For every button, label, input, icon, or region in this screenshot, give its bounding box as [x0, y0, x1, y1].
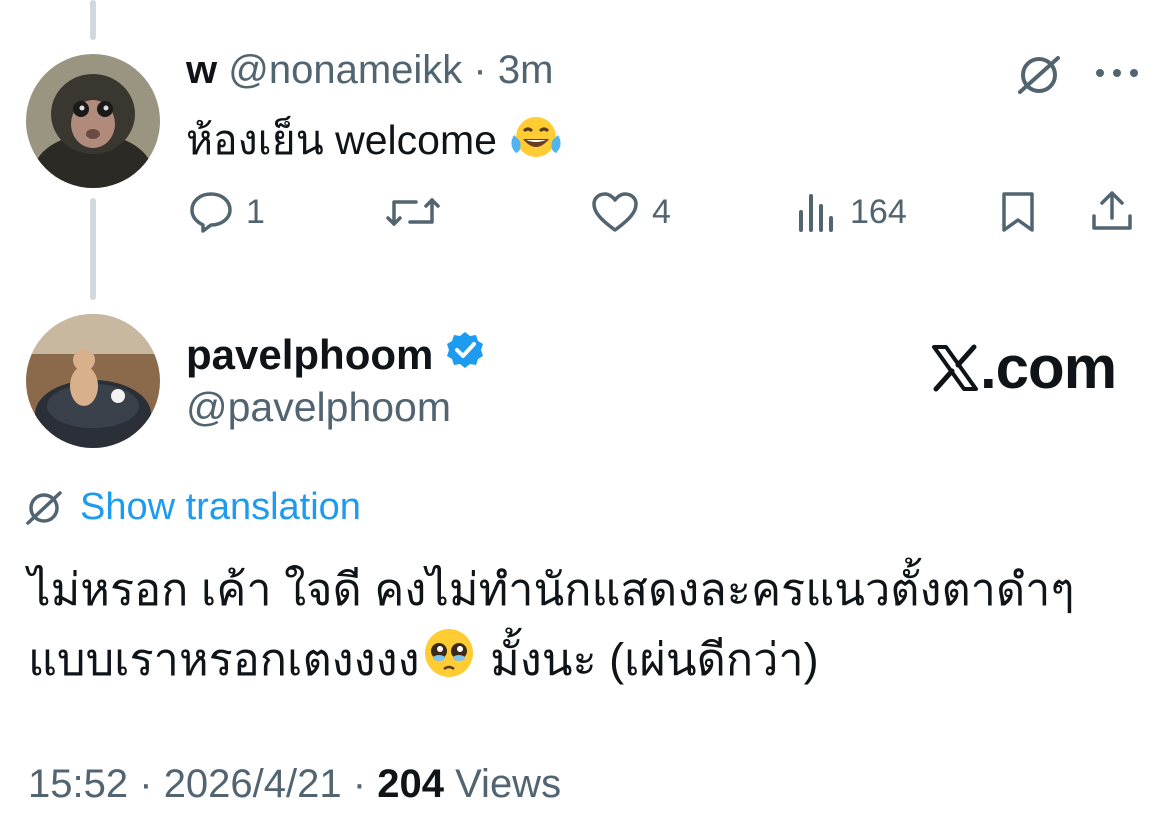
share-icon [1092, 191, 1132, 230]
analytics-icon [799, 194, 833, 232]
verified-badge-icon [445, 330, 485, 380]
bookmark-action[interactable] [998, 190, 1038, 234]
meta-separator-2: · [352, 762, 367, 806]
meta-separator-1: · [139, 762, 153, 806]
x-logo-text: .com [980, 334, 1117, 401]
reply-avatar[interactable] [26, 54, 160, 188]
more-button[interactable] [1094, 66, 1140, 80]
tweet-date[interactable]: 2026/4/21 [164, 762, 342, 806]
like-action[interactable]: 4 [590, 190, 671, 234]
reply-handle[interactable]: @nonameikk [228, 48, 462, 92]
reply-text-content: ห้องเย็น welcome [186, 117, 497, 163]
reply-time[interactable]: 3m [498, 48, 554, 92]
show-translation-button[interactable]: Show translation [24, 486, 361, 529]
main-avatar[interactable] [26, 314, 160, 448]
views-action[interactable]: 164 [796, 190, 907, 234]
like-count: 4 [652, 192, 671, 231]
reply-count: 1 [246, 192, 265, 231]
grok-icon [1018, 56, 1060, 94]
view-count: 164 [850, 192, 907, 231]
retweet-icon [386, 198, 440, 226]
tweet-text-line-2-start: แบบเราหรอกเตงงงง [28, 634, 420, 685]
tweet-text-line-1: ไม่หรอก เค้า ใจดี คงไม่ทำนักแสดงละครแนวต… [28, 564, 1075, 615]
heart-icon [592, 192, 638, 232]
tweet-text-line-2-end: มั้งนะ (เผ่นดีกว่า) [477, 634, 819, 685]
grok-button[interactable] [1016, 54, 1062, 96]
bookmark-icon [1002, 192, 1034, 232]
tweet-text: ไม่หรอก เค้า ใจดี คงไม่ทำนักแสดงละครแนวต… [28, 555, 1148, 701]
views-count[interactable]: 204 [377, 762, 444, 806]
main-display-name[interactable]: pavelphoom [186, 331, 433, 379]
comment-icon [190, 192, 232, 233]
tweet-meta: 15:52 · 2026/4/21 · 204 Views [28, 762, 561, 807]
tweet-time[interactable]: 15:52 [28, 762, 128, 806]
more-icon [1096, 69, 1138, 77]
reply-separator: · [473, 48, 487, 92]
x-logo-icon [932, 344, 978, 391]
thread-line-middle [90, 198, 96, 300]
translate-icon [26, 490, 62, 525]
thread-line-top [90, 0, 96, 40]
main-name-row: pavelphoom [186, 330, 485, 380]
retweet-action[interactable] [386, 190, 452, 234]
pleading-face-icon [420, 625, 478, 701]
face-with-tears-of-joy-icon [508, 113, 564, 173]
reply-text: ห้องเย็น welcome [186, 108, 564, 173]
share-action[interactable] [1088, 188, 1136, 234]
main-handle[interactable]: @pavelphoom [186, 384, 451, 431]
reply-header: w @nonameikk · 3m [186, 48, 553, 93]
views-label: Views [455, 762, 562, 806]
x-logo: .com [930, 333, 1117, 402]
tweet-text-line-2: แบบเราหรอกเตงงงง มั้งนะ (เผ่นดีกว่า) [28, 625, 1148, 701]
reply-display-name[interactable]: w [186, 48, 217, 92]
reply-action[interactable]: 1 [188, 190, 265, 234]
show-translation-label: Show translation [80, 486, 361, 528]
